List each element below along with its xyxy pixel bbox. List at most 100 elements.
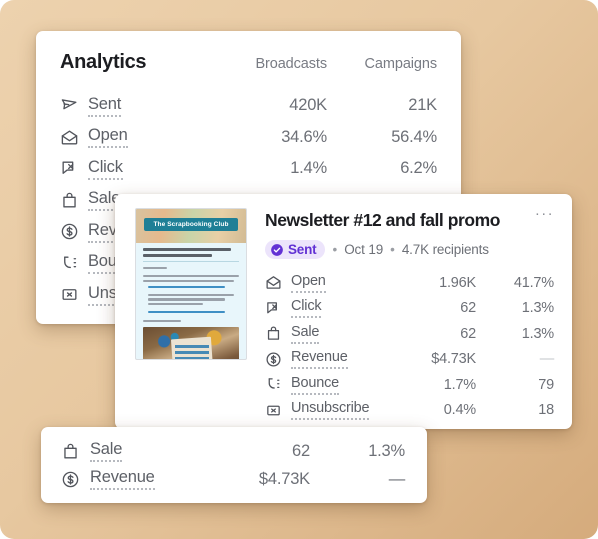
- status-badge: Sent: [265, 240, 326, 259]
- thumbnail-text-line: [143, 275, 239, 278]
- metric-label[interactable]: Click: [291, 298, 322, 319]
- table-row: Sent 420K 21K: [60, 90, 437, 122]
- metric-label[interactable]: Revenue: [90, 468, 155, 490]
- cell-value: 62: [460, 325, 476, 342]
- cell-broadcasts: 1.4%: [290, 159, 327, 178]
- app-background: Analytics Broadcasts Campaigns Sent 420K…: [0, 0, 598, 539]
- dollar-circle-icon: [265, 351, 282, 368]
- metric-label-group: Click: [265, 298, 384, 319]
- metric-label[interactable]: Open: [291, 273, 326, 293]
- cursor-click-icon: [265, 300, 282, 317]
- cell-value: 1.7%: [443, 376, 476, 393]
- table-row: Open 1.96K 41.7%: [265, 270, 554, 296]
- metric-label[interactable]: Click: [88, 158, 123, 180]
- thumbnail-banner-title: The Scrapbooking Club: [144, 218, 238, 231]
- cell-value: 1.96K: [439, 274, 476, 291]
- cell-value: $4.73K: [258, 469, 310, 488]
- metric-label-group: Sent: [60, 95, 217, 117]
- metric-label[interactable]: Unsubscribe: [291, 400, 370, 421]
- cell-value: 0.4%: [443, 402, 476, 419]
- newsletter-meta: Sent • Oct 19 • 4.7K recipients: [265, 240, 554, 259]
- metric-label-group: Open: [60, 126, 217, 149]
- metric-label[interactable]: Sale: [90, 440, 122, 462]
- metric-label[interactable]: Sent: [88, 95, 121, 117]
- cell-campaigns: 21K: [408, 96, 437, 115]
- page-title: Analytics: [60, 51, 147, 73]
- thumbnail-photo: [143, 326, 239, 359]
- table-row: Click 1.4% 6.2%: [60, 153, 437, 185]
- thumbnail-text-line: [143, 248, 232, 252]
- cursor-click-icon: [60, 159, 79, 178]
- sale-revenue-overlay-card: Sale 62 1.3% Revenue $4.73K —: [41, 427, 427, 503]
- thumbnail-text-line: [148, 285, 226, 288]
- metric-label[interactable]: Revenue: [291, 349, 348, 370]
- thumbnail-text-line: [148, 298, 226, 301]
- metric-label[interactable]: Bounce: [291, 375, 339, 395]
- table-row: Unsubscribe 0.4% 18: [265, 398, 554, 424]
- newsletter-detail-card: The Scrapbooking Club ··· Newsletter #12…: [115, 194, 572, 429]
- bounce-icon: [60, 254, 79, 273]
- thumbnail-text-line: [148, 302, 203, 306]
- cell-broadcasts: 34.6%: [281, 127, 327, 146]
- cell-value: 62: [460, 300, 476, 317]
- cell-rate: 1.3%: [521, 300, 554, 317]
- table-row: Revenue $4.73K —: [265, 347, 554, 373]
- metric-label-group: Open: [265, 273, 384, 293]
- thumbnail-text-line: [143, 266, 167, 269]
- thumbnail-body: [136, 243, 246, 322]
- metric-label-group: Bounce: [265, 375, 384, 395]
- bounce-icon: [265, 376, 282, 393]
- table-row: Bounce 1.7% 79: [265, 372, 554, 398]
- metric-label-group: Click: [60, 158, 217, 180]
- meta-separator: •: [390, 242, 395, 257]
- cell-broadcasts: 420K: [289, 96, 327, 115]
- cell-campaigns: 6.2%: [400, 159, 437, 178]
- thumbnail-text-line: [143, 279, 235, 282]
- table-row: Sale 62 1.3%: [265, 321, 554, 347]
- column-header-campaigns: Campaigns: [364, 56, 438, 72]
- analytics-header: Analytics Broadcasts Campaigns: [60, 51, 437, 74]
- dollar-circle-icon: [61, 470, 80, 489]
- cell-rate: 1.3%: [368, 441, 405, 460]
- table-row: Sale 62 1.3%: [61, 437, 405, 465]
- table-row: Open 34.6% 56.4%: [60, 122, 437, 154]
- cell-rate: 41.7%: [513, 274, 554, 291]
- thumbnail-hero-image: The Scrapbooking Club: [136, 209, 246, 243]
- metric-label-group: Revenue: [265, 349, 384, 370]
- meta-separator: •: [332, 242, 338, 257]
- table-row: Revenue $4.73K —: [61, 465, 405, 493]
- shopping-bag-icon: [265, 325, 282, 342]
- cell-rate: —: [388, 469, 406, 488]
- metric-label-group: Sale: [265, 324, 384, 344]
- open-envelope-icon: [265, 274, 282, 291]
- metric-label-group: Sale: [61, 440, 190, 462]
- send-date: Oct 19: [344, 242, 384, 257]
- metric-label[interactable]: Sale: [291, 324, 319, 344]
- newsletter-thumbnail[interactable]: The Scrapbooking Club: [135, 208, 247, 360]
- thumbnail-text-line: [143, 319, 182, 322]
- newsletter-title: Newsletter #12 and fall promo: [265, 210, 500, 230]
- shopping-bag-icon: [60, 191, 79, 210]
- metric-label[interactable]: Open: [88, 126, 128, 149]
- cell-rate: 1.3%: [521, 325, 554, 342]
- cell-rate: —: [539, 351, 555, 368]
- dollar-circle-icon: [60, 222, 79, 241]
- more-options-icon[interactable]: ···: [535, 206, 554, 221]
- thumbnail-divider: [143, 260, 239, 262]
- cell-value: $4.73K: [431, 351, 476, 368]
- cell-campaigns: 56.4%: [391, 127, 437, 146]
- thumbnail-text-line: [148, 311, 226, 314]
- open-envelope-icon: [60, 128, 79, 147]
- metric-label-group: Revenue: [61, 468, 190, 490]
- cell-rate: 18: [538, 402, 554, 419]
- table-row: Click 62 1.3%: [265, 296, 554, 322]
- shopping-bag-icon: [61, 442, 80, 461]
- metric-label-group: Unsubscribe: [265, 400, 384, 421]
- cell-value: 62: [292, 441, 310, 460]
- check-circle-icon: [270, 243, 284, 257]
- recipient-count: 4.7K recipients: [401, 242, 489, 257]
- x-box-icon: [60, 285, 79, 304]
- status-badge-label: Sent: [288, 242, 317, 257]
- thumbnail-text-line: [143, 253, 213, 257]
- cell-rate: 79: [538, 376, 554, 393]
